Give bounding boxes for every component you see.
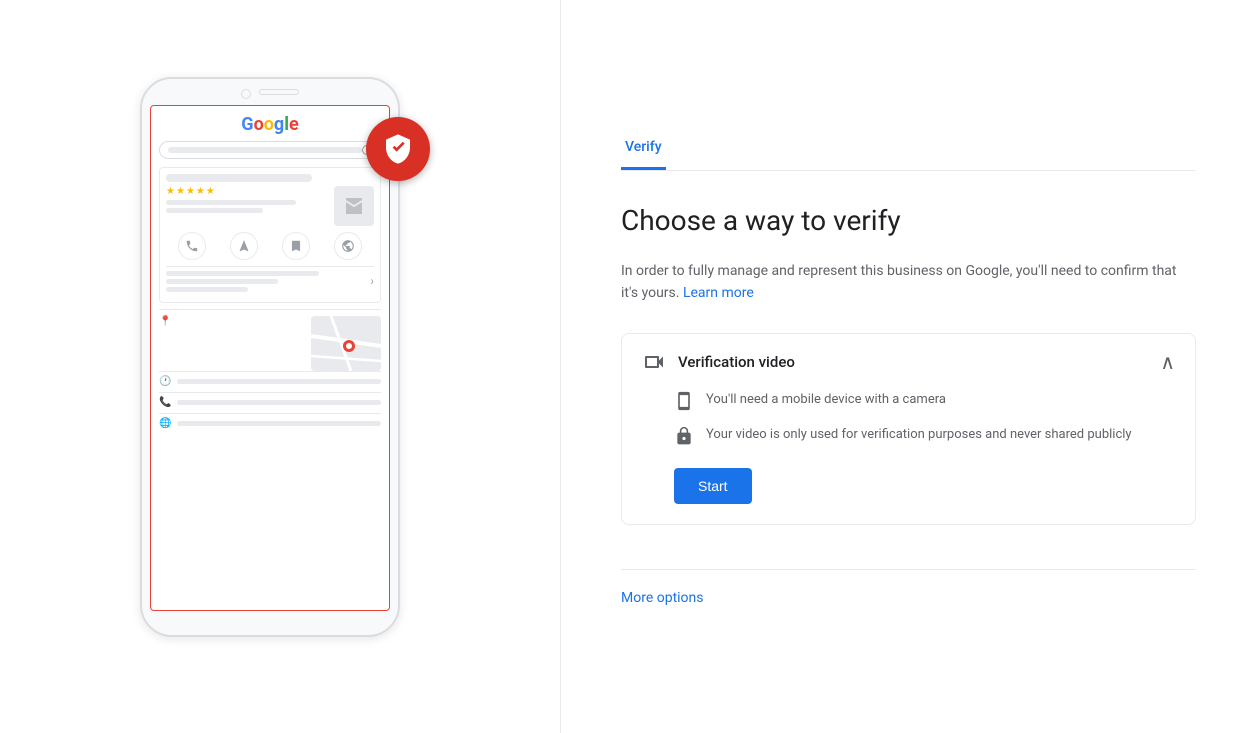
more-options-link[interactable]: More options: [621, 590, 1196, 606]
star-2: ★: [176, 186, 185, 197]
map-roads-svg: [311, 316, 381, 371]
mobile-device-icon: [674, 391, 694, 411]
detail-text-2: Your video is only used for verification…: [706, 425, 1132, 445]
clock-icon: 🕐: [159, 376, 171, 388]
verification-title: Verification video: [678, 353, 795, 371]
map-pin-icon: 📍: [159, 316, 171, 327]
listing-line-1: [166, 200, 296, 205]
shield-icon: [382, 133, 414, 165]
star-4: ★: [196, 186, 205, 197]
verify-tab[interactable]: Verify: [621, 127, 666, 170]
stars-row: ★ ★ ★ ★ ★: [166, 186, 328, 197]
listing-row: ★ ★ ★ ★ ★: [166, 186, 374, 226]
chevron-up-icon: ∧: [1160, 352, 1175, 372]
phone-notch: [142, 79, 398, 105]
phone-icon: [185, 239, 199, 253]
search-bar-line: [168, 147, 362, 153]
learn-more-link[interactable]: Learn more: [683, 285, 754, 301]
phone-frame: Google ★ ★ ★: [140, 77, 400, 637]
more-info-lines: [166, 271, 370, 292]
listing-line-2: [166, 208, 263, 213]
more-info-line-2: [166, 279, 278, 284]
map-thumbnail: [311, 316, 381, 371]
listing-lines: [166, 200, 328, 213]
action-buttons: [166, 232, 374, 260]
phone-row: 📞: [159, 392, 381, 413]
right-panel: Verify Choose a way to verify In order t…: [560, 0, 1256, 733]
listing-card: ★ ★ ★ ★ ★: [159, 167, 381, 303]
website-icon: 🌐: [159, 418, 171, 430]
website-line: [177, 421, 381, 426]
bookmark-icon: [289, 239, 303, 253]
star-5: ★: [206, 186, 215, 197]
detail-row-2: Your video is only used for verification…: [674, 425, 1175, 446]
description-text: In order to fully manage and represent t…: [621, 260, 1196, 305]
store-icon: [342, 194, 366, 218]
section-divider: [621, 569, 1196, 570]
globe-btn: [334, 232, 362, 260]
navigate-icon: [237, 239, 251, 253]
star-1: ★: [166, 186, 175, 197]
phone-search-bar: [159, 141, 381, 159]
listing-info: ★ ★ ★ ★ ★: [166, 186, 328, 213]
more-info-line-3: [166, 287, 248, 292]
verification-header-left: Verification video: [642, 350, 795, 374]
more-info-row: ›: [166, 266, 374, 296]
detail-row-1: You'll need a mobile device with a camer…: [674, 390, 1175, 411]
star-3: ★: [186, 186, 195, 197]
start-button[interactable]: Start: [674, 468, 752, 504]
chevron-right-icon: ›: [370, 274, 374, 288]
hours-row: 🕐: [159, 371, 381, 392]
website-row: 🌐: [159, 413, 381, 434]
listing-title-bar: [166, 174, 312, 182]
lock-icon: [674, 426, 694, 446]
phone-camera: [241, 89, 251, 99]
verification-option: Verification video ∧ You'll need a mobil…: [621, 333, 1196, 525]
phone-list-icon: 📞: [159, 397, 171, 409]
phone-wrapper: Google ★ ★ ★: [140, 77, 420, 657]
phone-line: [177, 400, 381, 405]
hours-line: [177, 379, 381, 384]
video-camera-icon: [642, 350, 666, 374]
call-btn: [178, 232, 206, 260]
verification-header[interactable]: Verification video ∧: [622, 334, 1195, 390]
page-heading: Choose a way to verify: [621, 203, 1196, 239]
verification-details: You'll need a mobile device with a camer…: [622, 390, 1195, 524]
map-info: 📍: [159, 316, 307, 371]
more-info-line-1: [166, 271, 319, 276]
map-section: 📍: [159, 309, 381, 371]
store-icon-box: [334, 186, 374, 226]
phone-speaker: [259, 89, 299, 95]
tab-bar: Verify: [621, 127, 1196, 171]
phone-illustration-panel: Google ★ ★ ★: [0, 0, 560, 733]
shield-badge: [366, 117, 430, 181]
google-logo: Google: [159, 114, 381, 135]
globe-icon: [341, 239, 355, 253]
phone-screen: Google ★ ★ ★: [150, 105, 390, 611]
bookmark-btn: [282, 232, 310, 260]
navigate-btn: [230, 232, 258, 260]
detail-text-1: You'll need a mobile device with a camer…: [706, 390, 946, 410]
